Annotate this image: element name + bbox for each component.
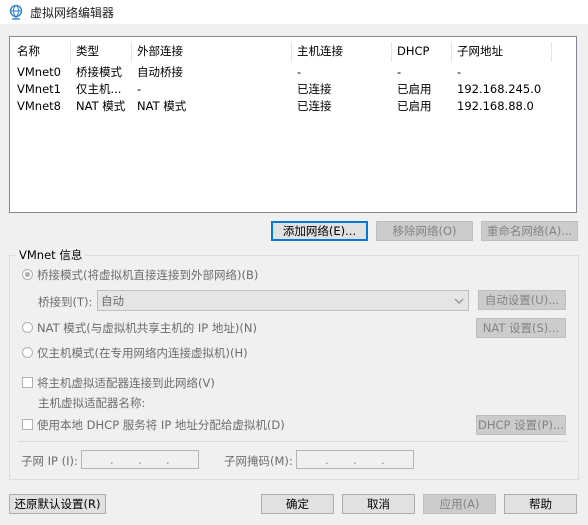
vmnet-info-title: VMnet 信息 <box>16 247 86 263</box>
column-header-subnet[interactable]: 子网地址 <box>457 42 503 60</box>
dhcp-label[interactable]: 使用本地 DHCP 服务将 IP 地址分配给虚拟机(D) <box>37 417 285 433</box>
cell-dhcp: 已启用 <box>397 82 432 96</box>
column-separator[interactable] <box>551 42 552 62</box>
dhcp-checkbox[interactable] <box>22 419 33 430</box>
bridged-mode-radio[interactable] <box>22 269 33 280</box>
column-separator[interactable] <box>131 42 132 62</box>
bridged-to-select[interactable] <box>97 290 469 311</box>
connect-adapter-label[interactable]: 将主机虚拟适配器连接到此网络(V) <box>37 375 215 391</box>
restore-defaults-button[interactable]: 还原默认设置(R) <box>9 494 106 514</box>
cell-name: VMnet0 <box>17 65 61 79</box>
cell-name: VMnet8 <box>17 99 61 113</box>
cell-subnet: - <box>457 65 462 79</box>
divider <box>18 441 567 442</box>
column-separator[interactable] <box>291 42 292 62</box>
column-separator[interactable] <box>391 42 392 62</box>
network-list[interactable]: 名称 类型 外部连接 主机连接 DHCP 子网地址 VMnet0 桥接模式 自动… <box>9 36 577 213</box>
column-header-type[interactable]: 类型 <box>76 42 99 60</box>
cell-dhcp: 已启用 <box>397 99 432 113</box>
vmnet-info-group <box>9 255 579 480</box>
cell-external: - <box>137 82 142 96</box>
ok-button[interactable]: 确定 <box>261 494 334 514</box>
remove-network-button[interactable]: 移除网络(O) <box>376 221 473 241</box>
cell-subnet: 192.168.245.0 <box>457 82 542 96</box>
cell-host: - <box>297 65 302 79</box>
column-separator[interactable] <box>70 42 71 62</box>
bridged-to-value: 自动 <box>101 294 124 308</box>
apply-button[interactable]: 应用(A) <box>423 494 496 514</box>
chevron-down-icon <box>454 298 464 304</box>
subnet-mask-input[interactable]: . . . <box>296 450 414 469</box>
cell-type: 仅主机... <box>76 82 122 96</box>
adapter-name-label: 主机虚拟适配器名称: <box>38 396 146 410</box>
auto-settings-button[interactable]: 自动设置(U)... <box>478 290 566 310</box>
cell-subnet: 192.168.88.0 <box>457 99 534 113</box>
cancel-button[interactable]: 取消 <box>342 494 415 514</box>
rename-network-button[interactable]: 重命名网络(A)... <box>481 221 578 241</box>
cell-type: 桥接模式 <box>76 65 122 79</box>
subnet-mask-label: 子网掩码(M): <box>224 454 293 468</box>
help-button[interactable]: 帮助 <box>504 494 577 514</box>
column-separator[interactable] <box>451 42 452 62</box>
cell-host: 已连接 <box>297 99 332 113</box>
cell-type: NAT 模式 <box>76 99 126 113</box>
subnet-ip-label: 子网 IP (I): <box>21 454 78 468</box>
dhcp-settings-button[interactable]: DHCP 设置(P)... <box>476 415 566 435</box>
column-header-dhcp[interactable]: DHCP <box>397 42 429 60</box>
connect-adapter-checkbox[interactable] <box>22 377 33 388</box>
cell-external: NAT 模式 <box>137 99 187 113</box>
cell-host: 已连接 <box>297 82 332 96</box>
nat-settings-button[interactable]: NAT 设置(S)... <box>476 318 566 338</box>
column-header-host[interactable]: 主机连接 <box>297 42 343 60</box>
column-header-name[interactable]: 名称 <box>17 42 40 60</box>
bridged-mode-label[interactable]: 桥接模式(将虚拟机直接连接到外部网络)(B) <box>37 267 258 283</box>
add-network-button[interactable]: 添加网络(E)... <box>271 221 368 241</box>
globe-network-icon <box>9 4 23 20</box>
nat-mode-label[interactable]: NAT 模式(与虚拟机共享主机的 IP 地址)(N) <box>37 320 257 336</box>
bridged-to-label: 桥接到(T): <box>38 295 93 309</box>
cell-external: 自动桥接 <box>137 65 183 79</box>
host-only-mode-radio[interactable] <box>22 347 33 358</box>
cell-dhcp: - <box>397 65 402 79</box>
subnet-ip-input[interactable]: . . . <box>81 450 199 469</box>
host-only-mode-label[interactable]: 仅主机模式(在专用网络内连接虚拟机)(H) <box>37 345 248 361</box>
column-header-external[interactable]: 外部连接 <box>137 42 183 60</box>
window-title: 虚拟网络编辑器 <box>30 6 115 20</box>
cell-name: VMnet1 <box>17 82 61 96</box>
nat-mode-radio[interactable] <box>22 322 33 333</box>
